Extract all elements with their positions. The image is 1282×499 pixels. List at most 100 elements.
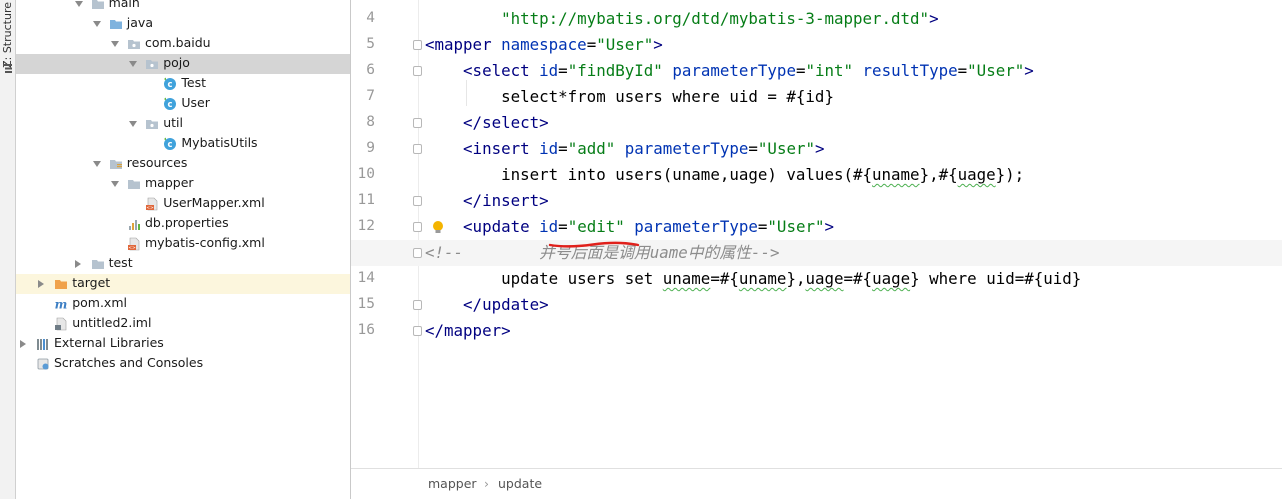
code-line[interactable]: <mapper namespace="User">: [425, 32, 663, 58]
tree-item-external-libraries[interactable]: External Libraries: [16, 334, 350, 354]
fold-marker-icon[interactable]: [413, 66, 422, 76]
code-token: "int": [805, 61, 863, 80]
code-token: "User": [767, 217, 825, 236]
tree-item-pojo[interactable]: pojo: [16, 54, 350, 74]
code-token: </mapper>: [425, 321, 511, 340]
structure-tool-label[interactable]: Z: Structure: [1, 2, 14, 68]
spellcheck-token: uage: [805, 269, 844, 288]
chevron-right-icon[interactable]: [38, 280, 45, 288]
breadcrumb-item-mapper[interactable]: mapper: [428, 476, 477, 491]
chevron-down-icon[interactable]: [74, 1, 83, 7]
code-line[interactable]: insert into users(uname,uage) values(#{u…: [425, 162, 1024, 188]
fold-marker-icon[interactable]: [413, 300, 422, 310]
fold-marker-icon[interactable]: [413, 40, 422, 50]
code-token: <mapper: [425, 35, 502, 54]
chevron-down-icon[interactable]: [92, 161, 101, 167]
code-token: =: [957, 61, 968, 80]
chevron-down-icon[interactable]: [111, 181, 119, 187]
chevron-right-icon[interactable]: [74, 260, 81, 268]
breadcrumb-item-update[interactable]: update: [498, 476, 542, 491]
spellcheck-token: uage: [957, 165, 996, 184]
chevron-down-icon[interactable]: [92, 21, 101, 27]
tree-item-label: resources: [126, 155, 188, 170]
tree-item-label: Scratches and Consoles: [54, 355, 204, 370]
code-token: "http://mybatis.org/dtd/mybatis-3-mapper…: [501, 9, 930, 28]
tree-item-user[interactable]: c User: [16, 94, 350, 114]
tree-item-java[interactable]: java: [16, 14, 350, 34]
chevron-down-icon[interactable]: [129, 121, 138, 127]
tree-item-com-baidu[interactable]: com.baidu: [16, 34, 350, 54]
package-icon: [127, 37, 141, 51]
lightbulb-icon[interactable]: [431, 220, 445, 236]
code-line[interactable]: update users set uname=#{uname},uage=#{u…: [425, 266, 1081, 292]
tree-item-scratches-and-consoles[interactable]: Scratches and Consoles: [16, 354, 350, 374]
fold-marker-icon[interactable]: [413, 248, 422, 258]
chevron-down-icon[interactable]: [129, 61, 138, 67]
tree-item-label: User: [181, 95, 210, 110]
xml-file-icon: <>: [127, 237, 141, 251]
code-line[interactable]: select*from users where uid = #{id}: [425, 84, 834, 110]
structure-tool-strip[interactable]: Z: Structure: [0, 0, 16, 499]
tree-item-label: External Libraries: [54, 335, 164, 350]
tree-item-pom-xml[interactable]: m pom.xml: [16, 294, 350, 314]
project-tree[interactable]: main java com.baidu pojo c Test c User util c Myba…: [16, 0, 350, 499]
code-token: namespace: [501, 35, 587, 54]
code-line[interactable]: <insert id="add" parameterType="User">: [425, 136, 825, 162]
code-token: >: [824, 217, 835, 236]
code-line[interactable]: "http://mybatis.org/dtd/mybatis-3-mapper…: [425, 6, 939, 32]
code-token: parameterType: [672, 61, 796, 80]
tree-item-db-properties[interactable]: db.properties: [16, 214, 350, 234]
tree-item-test[interactable]: test: [16, 254, 350, 274]
tree-item-label: java: [126, 15, 153, 30]
line-number: 10: [357, 166, 375, 182]
code-token: });: [995, 165, 1025, 184]
line-number: 5: [366, 36, 375, 52]
code-line[interactable]: </insert>: [425, 188, 549, 214]
tree-item-test[interactable]: c Test: [16, 74, 350, 94]
line-number: 7: [366, 88, 375, 104]
code-token: },: [786, 269, 806, 288]
fold-marker-icon[interactable]: [413, 326, 422, 336]
code-token: >: [815, 139, 825, 158]
code-token: =: [586, 35, 597, 54]
fold-marker-icon[interactable]: [413, 144, 422, 154]
tree-item-mapper[interactable]: mapper: [16, 174, 350, 194]
package-icon: [145, 57, 159, 71]
tree-item-untitled2-iml[interactable]: untitled2.iml: [16, 314, 350, 334]
code-line[interactable]: </update>: [425, 292, 549, 318]
svg-text:c: c: [168, 100, 173, 110]
structure-icon: [3, 64, 12, 73]
fold-marker-icon[interactable]: [413, 222, 422, 232]
spellcheck-token: uname: [872, 165, 920, 184]
tree-item-label: pojo: [163, 55, 190, 70]
tree-item-label: pom.xml: [72, 295, 127, 310]
code-token: } where uid=#{uid}: [910, 269, 1082, 288]
tree-item-label: UserMapper.xml: [163, 195, 265, 210]
tree-item-mybatisutils[interactable]: c MybatisUtils: [16, 134, 350, 154]
chevron-down-icon[interactable]: [111, 41, 119, 47]
chevron-right-icon[interactable]: [20, 340, 26, 348]
tree-item-label: com.baidu: [145, 35, 211, 50]
tree-item-label: util: [163, 115, 183, 130]
tree-item-target[interactable]: target: [16, 274, 350, 294]
code-line[interactable]: </mapper>: [425, 318, 511, 344]
code-token: id: [539, 217, 559, 236]
tree-item-util[interactable]: util: [16, 114, 350, 134]
line-number-gutter[interactable]: 45678910111213141516: [351, 0, 419, 468]
line-number: 8: [366, 114, 375, 130]
tree-item-mybatis-config-xml[interactable]: <> mybatis-config.xml: [16, 234, 350, 254]
code-token: "User": [596, 35, 654, 54]
tree-item-resources[interactable]: resources: [16, 154, 350, 174]
folder-icon: [91, 257, 105, 271]
fold-marker-icon[interactable]: [413, 118, 422, 128]
tree-item-main[interactable]: main: [16, 0, 350, 14]
tree-item-usermapper-xml[interactable]: <> UserMapper.xml: [16, 194, 350, 214]
code-line[interactable]: <select id="findById" parameterType="int…: [425, 58, 1034, 84]
line-number: 9: [366, 140, 375, 156]
fold-marker-icon[interactable]: [413, 196, 422, 206]
code-token: <insert: [463, 139, 540, 158]
code-line[interactable]: </select>: [425, 110, 549, 136]
svg-text:c: c: [168, 140, 173, 150]
code-token: id: [539, 139, 559, 158]
